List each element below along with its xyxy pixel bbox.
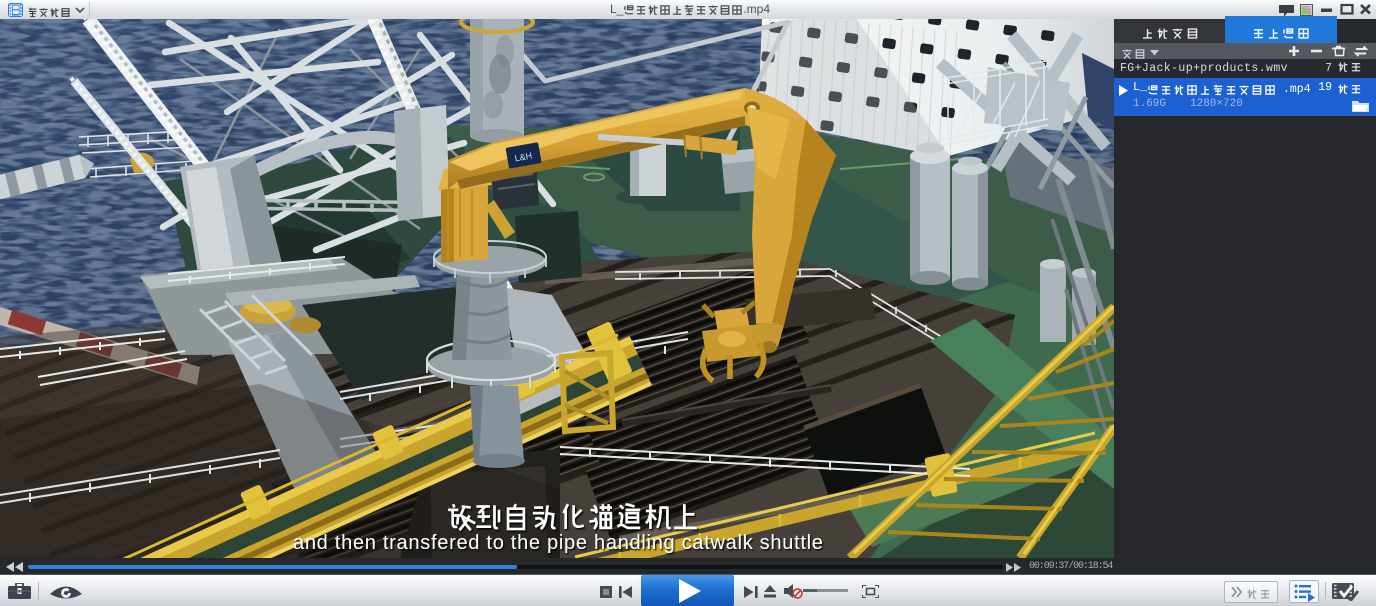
svg-text:and then transfered to the pip: and then transfered to the pipe handling… xyxy=(293,532,824,554)
